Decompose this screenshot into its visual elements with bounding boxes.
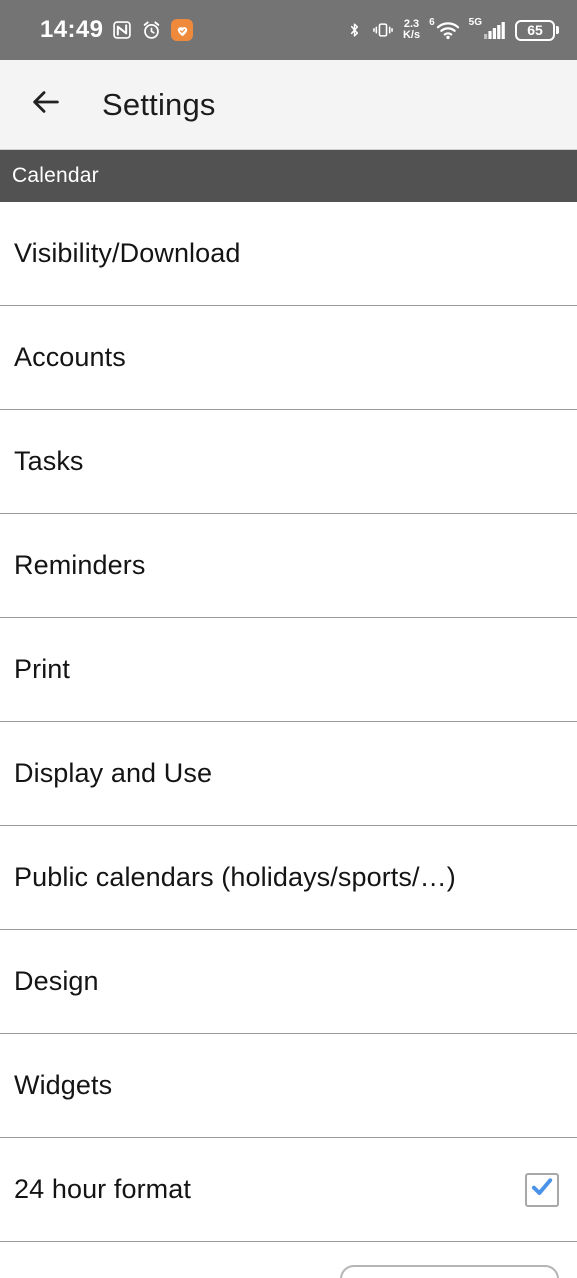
wifi-generation-label: 6 bbox=[429, 17, 435, 28]
cellular-indicator: 5G bbox=[469, 17, 506, 43]
network-speed-unit: K/s bbox=[402, 29, 421, 41]
list-item-display-and-use[interactable]: Display and Use bbox=[0, 722, 577, 826]
cellular-signal-icon bbox=[483, 17, 506, 43]
list-item-label: Design bbox=[14, 966, 99, 996]
network-speed-indicator: 2.3 K/s bbox=[403, 19, 420, 41]
list-item-widgets[interactable]: Widgets bbox=[0, 1034, 577, 1138]
status-bar: 14:49 2.3 K/s 6 5G 65 bbox=[0, 0, 577, 60]
settings-screen: 14:49 2.3 K/s 6 5G 65 Settings Calendar … bbox=[0, 0, 577, 1278]
list-item-design[interactable]: Design bbox=[0, 930, 577, 1034]
checkmark-icon bbox=[529, 1174, 555, 1205]
status-bar-left: 14:49 bbox=[40, 16, 194, 43]
wifi-icon bbox=[436, 17, 460, 43]
cellular-generation-label: 5G bbox=[468, 17, 482, 28]
list-item-label: Print bbox=[14, 654, 71, 684]
battery-nub bbox=[556, 26, 559, 34]
list-item-visibility-download[interactable]: Visibility/Download bbox=[0, 202, 577, 306]
back-arrow-icon bbox=[29, 85, 63, 124]
list-item-label: 24 hour format bbox=[14, 1174, 191, 1204]
list-item-label: Reminders bbox=[14, 550, 146, 580]
bluetooth-icon bbox=[346, 17, 363, 43]
24-hour-format-checkbox[interactable] bbox=[525, 1172, 559, 1207]
list-item-accounts[interactable]: Accounts bbox=[0, 306, 577, 410]
alarm-clock-icon bbox=[141, 17, 162, 43]
status-bar-right: 2.3 K/s 6 5G 65 bbox=[346, 17, 559, 43]
wifi-indicator: 6 bbox=[429, 17, 460, 43]
list-item-label: Visibility/Download bbox=[14, 238, 241, 268]
list-item-tasks[interactable]: Tasks bbox=[0, 410, 577, 514]
list-item-print[interactable]: Print bbox=[0, 618, 577, 722]
status-clock: 14:49 bbox=[40, 16, 104, 43]
list-item-label: Widgets bbox=[14, 1070, 113, 1100]
list-item-24-hour-format[interactable]: 24 hour format bbox=[0, 1138, 577, 1242]
page-title: Settings bbox=[102, 86, 216, 122]
section-header-calendar: Calendar bbox=[0, 150, 577, 202]
bottom-partial-card[interactable] bbox=[340, 1265, 559, 1278]
list-item-label: Accounts bbox=[14, 342, 126, 372]
list-item-public-calendars[interactable]: Public calendars (holidays/sports/…) bbox=[0, 826, 577, 930]
app-toolbar: Settings bbox=[0, 60, 577, 150]
section-header-label: Calendar bbox=[12, 164, 99, 187]
health-heart-icon bbox=[171, 19, 194, 41]
back-button[interactable] bbox=[20, 79, 72, 131]
list-item-label: Tasks bbox=[14, 446, 84, 476]
battery-level-label: 65 bbox=[527, 22, 543, 38]
list-item-label: Public calendars (holidays/sports/…) bbox=[14, 862, 456, 892]
nfc-icon bbox=[112, 17, 132, 43]
list-item-label: Display and Use bbox=[14, 758, 213, 788]
battery-icon: 65 bbox=[515, 19, 559, 41]
vibrate-icon bbox=[372, 17, 394, 43]
list-item-reminders[interactable]: Reminders bbox=[0, 514, 577, 618]
settings-list: Visibility/Download Accounts Tasks Remin… bbox=[0, 202, 577, 1242]
